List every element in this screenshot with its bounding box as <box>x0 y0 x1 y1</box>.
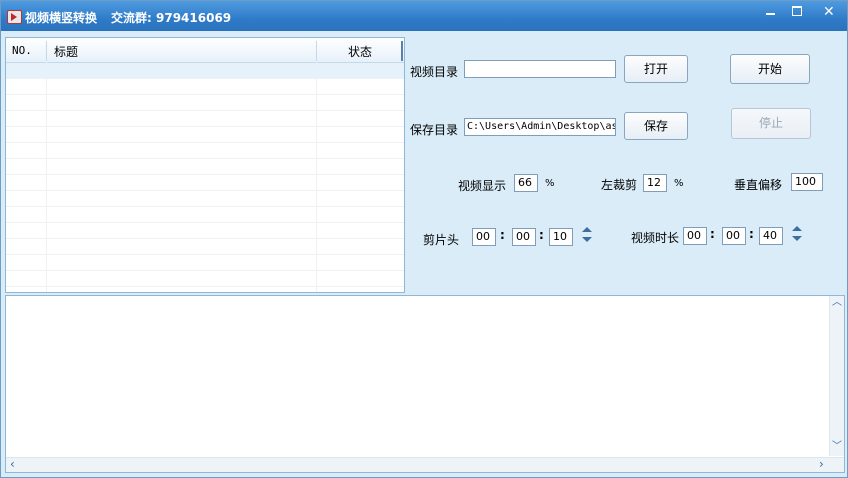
app-icon <box>7 10 22 24</box>
vertical-offset-label: 垂直偏移 <box>734 178 783 192</box>
list-row[interactable] <box>6 79 404 95</box>
clip-head-minutes[interactable]: 00 <box>512 228 536 246</box>
scroll-left-icon[interactable]: ‹ <box>10 458 15 470</box>
list-row[interactable] <box>6 175 404 191</box>
duration-minutes[interactable]: 00 <box>722 227 746 245</box>
list-row[interactable] <box>6 207 404 223</box>
app-window: 视频横竖转换 交流群: 979416069 ✕ NO. 标题 状态 视频目录 打… <box>0 0 848 478</box>
scroll-up-icon[interactable]: ︿ <box>832 298 842 308</box>
app-title: 视频横竖转换 <box>25 11 98 25</box>
column-no[interactable]: NO. <box>12 44 32 57</box>
list-row[interactable] <box>6 63 404 79</box>
title-bar[interactable]: 视频横竖转换 交流群: 979416069 ✕ <box>1 1 847 31</box>
maximize-icon[interactable] <box>782 1 812 21</box>
stop-button[interactable]: 停止 <box>731 108 811 139</box>
save-dir-label: 保存目录 <box>410 123 459 137</box>
video-dir-label: 视频目录 <box>410 65 459 79</box>
horizontal-scrollbar[interactable]: ‹ › <box>6 457 844 472</box>
group-info: 交流群: 979416069 <box>111 11 232 25</box>
window-title: 视频横竖转换 交流群: 979416069 <box>25 9 231 26</box>
colon: : <box>500 228 505 242</box>
colon: : <box>749 227 754 241</box>
video-list[interactable]: NO. 标题 状态 <box>5 37 405 293</box>
duration-seconds[interactable]: 40 <box>759 227 783 245</box>
left-crop-label: 左裁剪 <box>601 178 638 192</box>
list-row[interactable] <box>6 239 404 255</box>
duration-label: 视频时长 <box>631 231 680 245</box>
duration-spinner-icon[interactable] <box>790 224 804 244</box>
log-textarea[interactable]: ︿ ﹀ ‹ › <box>5 295 845 473</box>
list-row[interactable] <box>6 127 404 143</box>
list-row[interactable] <box>6 143 404 159</box>
left-crop-unit: % <box>674 178 684 189</box>
vertical-scrollbar[interactable]: ︿ ﹀ <box>829 296 844 456</box>
list-row[interactable] <box>6 255 404 271</box>
clip-head-label: 剪片头 <box>423 233 460 247</box>
left-crop-input[interactable]: 12 <box>643 174 667 192</box>
video-dir-input[interactable] <box>464 60 616 78</box>
scroll-right-icon[interactable]: › <box>819 458 824 470</box>
clip-head-spinner-icon[interactable] <box>580 225 594 245</box>
clip-head-seconds[interactable]: 10 <box>549 228 573 246</box>
list-row[interactable] <box>6 95 404 111</box>
column-title[interactable]: 标题 <box>54 43 78 60</box>
colon: : <box>710 227 715 241</box>
save-dir-input[interactable]: C:\Users\Admin\Desktop\as <box>464 118 616 136</box>
column-status[interactable]: 状态 <box>348 43 372 60</box>
open-button[interactable]: 打开 <box>624 55 688 83</box>
list-row[interactable] <box>6 159 404 175</box>
scroll-down-icon[interactable]: ﹀ <box>832 442 842 452</box>
display-input[interactable]: 66 <box>514 174 538 192</box>
list-row[interactable] <box>6 191 404 207</box>
list-header: NO. 标题 状态 <box>6 38 404 63</box>
list-row[interactable] <box>6 223 404 239</box>
close-icon[interactable]: ✕ <box>813 1 845 21</box>
start-button[interactable]: 开始 <box>730 54 810 84</box>
list-row[interactable] <box>6 111 404 127</box>
display-label: 视频显示 <box>458 179 507 193</box>
vertical-offset-input[interactable]: 100 <box>791 173 823 191</box>
clip-head-hours[interactable]: 00 <box>472 228 496 246</box>
colon: : <box>539 228 544 242</box>
duration-hours[interactable]: 00 <box>683 227 707 245</box>
display-unit: % <box>545 178 555 189</box>
list-row[interactable] <box>6 271 404 287</box>
save-button[interactable]: 保存 <box>624 112 688 140</box>
